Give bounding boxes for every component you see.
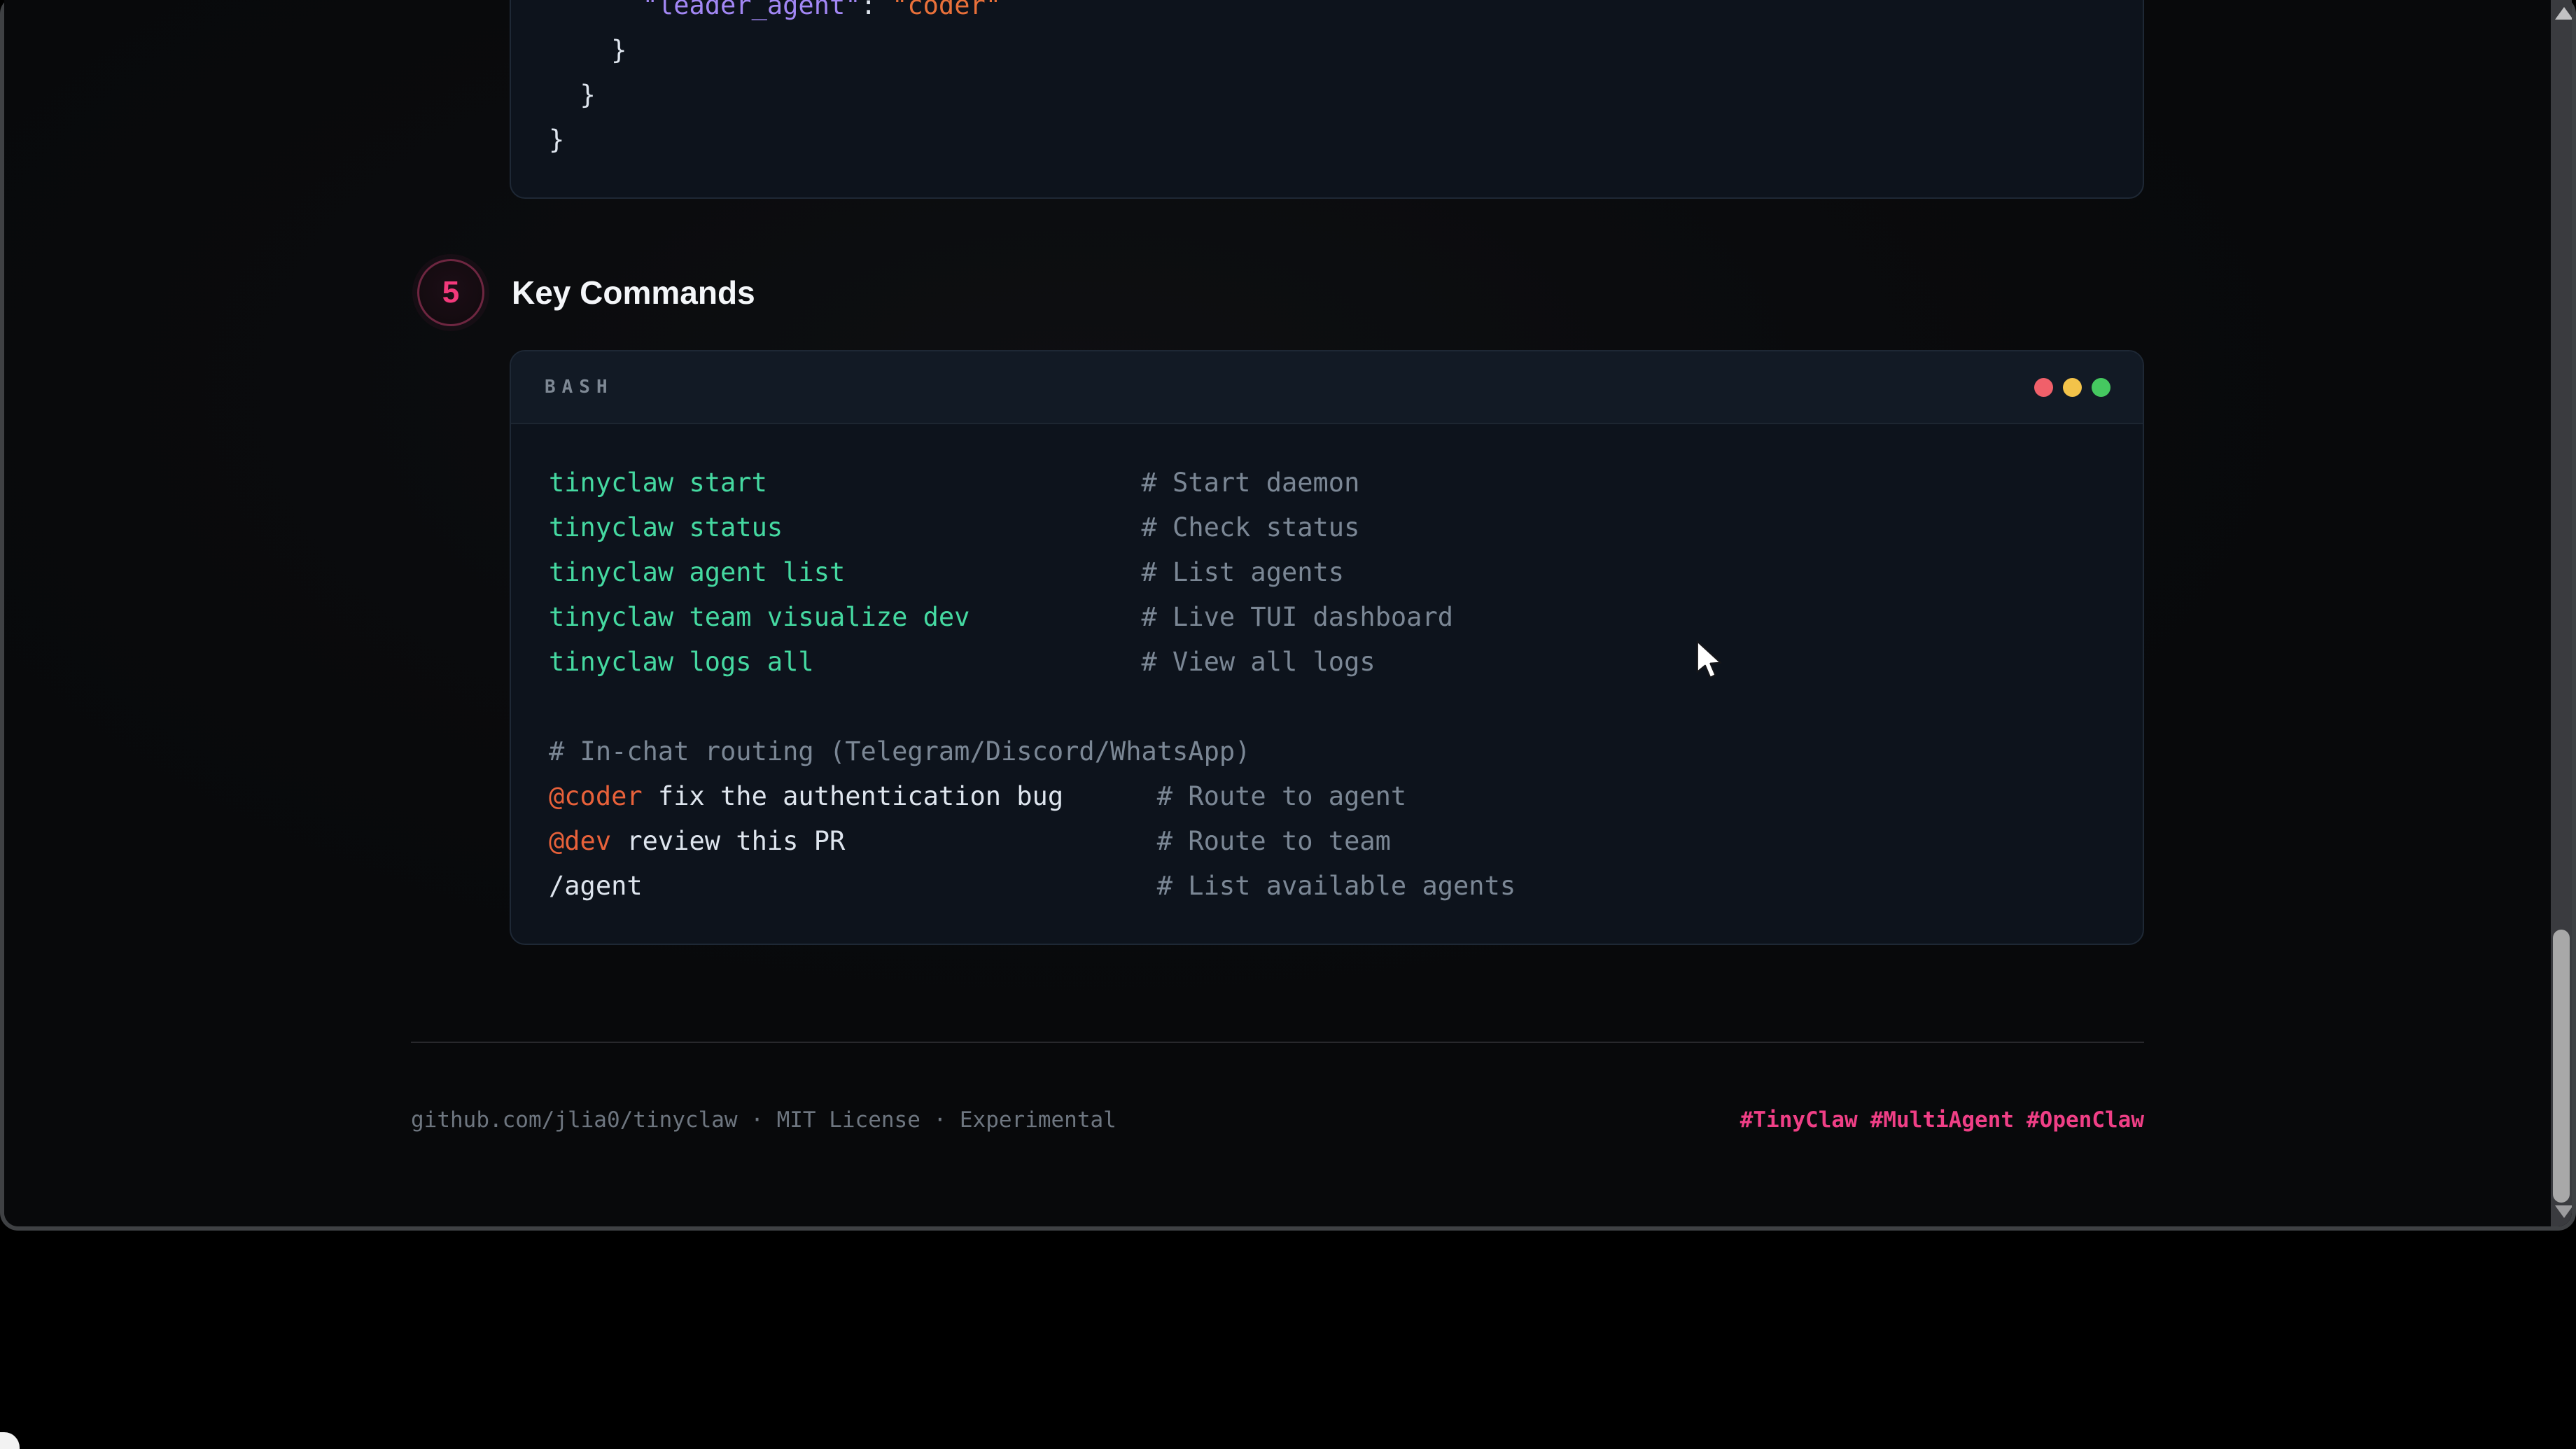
- bash-code-block: BASH tinyclaw start # Start daemontinycl…: [510, 350, 2144, 945]
- section-title: Key Commands: [512, 274, 755, 312]
- code-line: tinyclaw agent list # List agents: [549, 550, 2105, 595]
- hashtag: #MultiAgent: [1870, 1107, 2014, 1133]
- traffic-light-green-icon: [2092, 378, 2110, 397]
- code-line: tinyclaw start # Start daemon: [549, 461, 2105, 505]
- screen: "leader_agent": "coder" } }} 5 Key Comma…: [0, 0, 2576, 1449]
- code-line: [549, 685, 2105, 729]
- footer-credits: github.com/jlia0/tinyclaw · MIT License …: [411, 1107, 1116, 1133]
- code-line: }: [549, 118, 2105, 162]
- window-dots: [2034, 378, 2110, 397]
- code-line: tinyclaw team visualize dev # Live TUI d…: [549, 595, 2105, 640]
- page-footer: github.com/jlia0/tinyclaw · MIT License …: [411, 1107, 2144, 1133]
- traffic-light-red-icon: [2034, 378, 2053, 397]
- code-line: # In-chat routing (Telegram/Discord/What…: [549, 729, 2105, 774]
- scrollbar-thumb[interactable]: [2553, 930, 2570, 1203]
- step-number: 5: [442, 275, 459, 310]
- mouse-cursor-icon: [1693, 640, 1729, 682]
- background-window-corner: [0, 1432, 20, 1449]
- footer-divider: [411, 1042, 2144, 1043]
- code-block-header: BASH: [511, 351, 2143, 424]
- page-viewport: "leader_agent": "coder" } }} 5 Key Comma…: [4, 0, 2572, 1226]
- traffic-light-yellow-icon: [2063, 378, 2082, 397]
- section-heading: 5 Key Commands: [417, 259, 755, 326]
- code-line: tinyclaw logs all # View all logs: [549, 640, 2105, 685]
- hashtag: #OpenClaw: [2026, 1107, 2144, 1133]
- code-line: }: [549, 73, 2105, 118]
- language-label: BASH: [545, 377, 614, 398]
- footer-hashtags: #TinyClaw #MultiAgent #OpenClaw: [1740, 1107, 2144, 1133]
- code-line: /agent # List available agents: [549, 864, 2105, 909]
- config-json-code-block: "leader_agent": "coder" } }}: [510, 0, 2144, 199]
- scroll-down-arrow-icon[interactable]: [2555, 1205, 2572, 1218]
- hashtag: #TinyClaw: [1740, 1107, 1858, 1133]
- bash-code: tinyclaw start # Start daemontinyclaw st…: [511, 424, 2143, 909]
- step-number-badge: 5: [417, 259, 484, 326]
- code-line: }: [549, 28, 2105, 73]
- code-line: "leader_agent": "coder": [549, 0, 2105, 28]
- code-line: @coder fix the authentication bug # Rout…: [549, 774, 2105, 819]
- scroll-up-arrow-icon[interactable]: [2555, 7, 2572, 20]
- code-line: tinyclaw status # Check status: [549, 505, 2105, 550]
- code-line: @dev review this PR # Route to team: [549, 819, 2105, 864]
- config-json-code: "leader_agent": "coder" } }}: [549, 0, 2105, 162]
